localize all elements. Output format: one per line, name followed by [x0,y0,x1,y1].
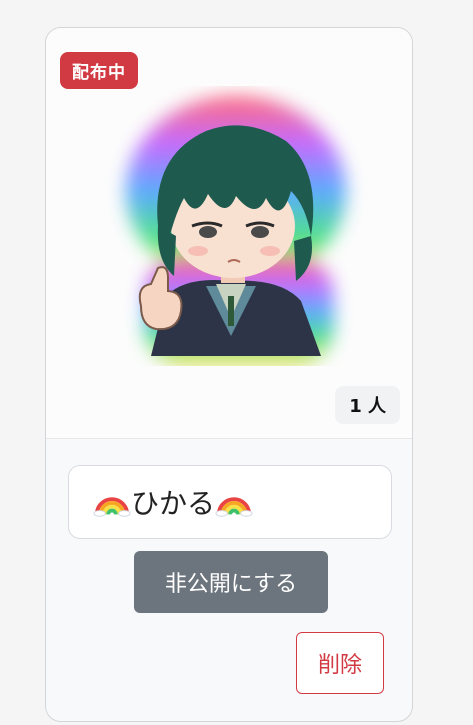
sticker-card: 配布中 1 人 ひかる 非公開にする 削除 [45,27,413,722]
rainbow-emoji-icon [215,497,253,517]
make-private-button[interactable]: 非公開にする [134,551,328,613]
rainbow-emoji-icon [93,497,131,517]
status-badge: 配布中 [60,52,138,89]
delete-button[interactable]: 削除 [296,632,384,694]
recipient-count-badge: 1 人 [335,386,400,424]
sticker-image-area: 配布中 1 人 [46,28,412,439]
sticker-name-field[interactable]: ひかる [68,465,392,539]
sticker-name-text: ひかる [131,487,216,520]
sticker-image[interactable] [96,86,366,366]
